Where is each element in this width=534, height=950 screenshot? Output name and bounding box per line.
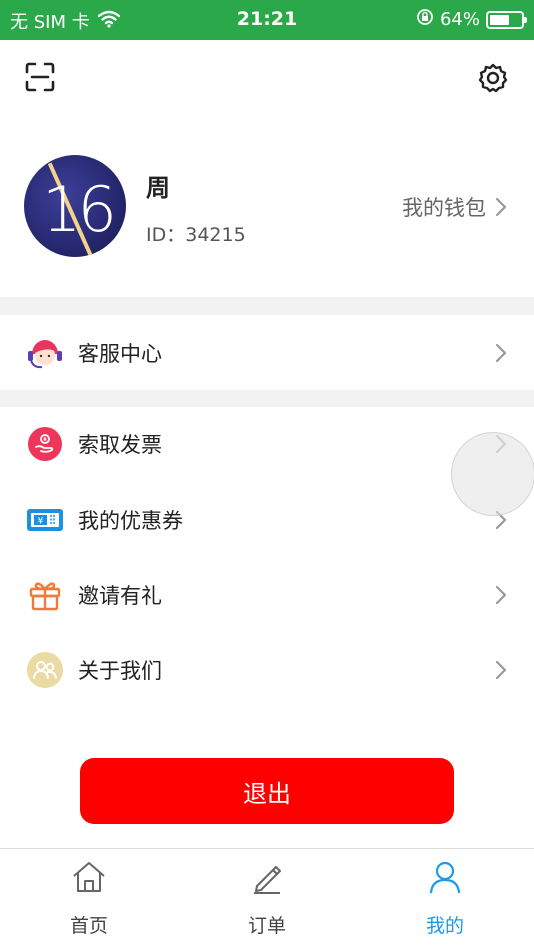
wallet-link[interactable]: 我的钱包 [402, 192, 508, 222]
gift-icon [24, 574, 66, 616]
about-us-icon [24, 649, 66, 691]
battery-icon [486, 10, 527, 29]
menu-label-about: 关于我们 [78, 659, 162, 683]
avatar-number: 16 [42, 173, 117, 246]
tab-orders[interactable]: 订单 [178, 849, 356, 950]
menu-label-invite: 邀请有礼 [78, 584, 162, 608]
menu-label-customer-service: 客服中心 [78, 342, 162, 366]
battery-percent: 64% [439, 9, 480, 30]
customer-service-icon [24, 332, 66, 374]
section-divider [0, 390, 534, 407]
menu-item-customer-service[interactable]: 客服中心 [0, 316, 534, 390]
chevron-right-icon [495, 660, 507, 680]
menu-item-about[interactable]: 关于我们 [0, 633, 534, 707]
chevron-right-icon [495, 197, 507, 217]
rotation-lock-icon [416, 8, 434, 31]
user-icon [429, 861, 461, 894]
chevron-right-icon [495, 343, 507, 363]
wallet-label: 我的钱包 [402, 196, 486, 220]
gear-icon[interactable] [475, 60, 511, 96]
tab-mine-label: 我的 [425, 915, 464, 937]
invoice-icon [24, 423, 66, 465]
tab-home-label: 首页 [69, 915, 108, 937]
menu-item-coupons[interactable]: ¥ 我的优惠券 [0, 483, 534, 557]
menu-label-invoice: 索取发票 [78, 433, 162, 457]
chevron-right-icon [495, 585, 507, 605]
home-icon [73, 862, 105, 892]
tab-home[interactable]: 首页 [0, 849, 178, 950]
section-divider [0, 297, 534, 315]
menu-label-coupons: 我的优惠券 [78, 509, 183, 533]
pencil-icon [254, 866, 281, 894]
bottom-tab-bar: 首页 订单 我的 [0, 848, 534, 950]
avatar[interactable]: 16 [24, 155, 126, 257]
user-id: ID：34215 [146, 224, 246, 246]
tab-orders-label: 订单 [247, 915, 286, 937]
svg-text:¥: ¥ [38, 517, 44, 527]
status-right: 64% [416, 8, 527, 31]
profile-card: 16 周 ID：34215 我的钱包 [0, 130, 534, 280]
floating-assistive-button[interactable] [451, 432, 534, 516]
status-bar: 无 SIM 卡 21:21 64% [0, 0, 534, 40]
battery-fill [490, 14, 510, 25]
logout-button[interactable]: 退出 [80, 758, 454, 824]
scan-icon[interactable] [22, 59, 58, 95]
coupon-icon: ¥ [24, 499, 66, 541]
menu-item-invite[interactable]: 邀请有礼 [0, 558, 534, 632]
user-name: 周 [146, 174, 170, 202]
tab-mine[interactable]: 我的 [356, 849, 534, 950]
